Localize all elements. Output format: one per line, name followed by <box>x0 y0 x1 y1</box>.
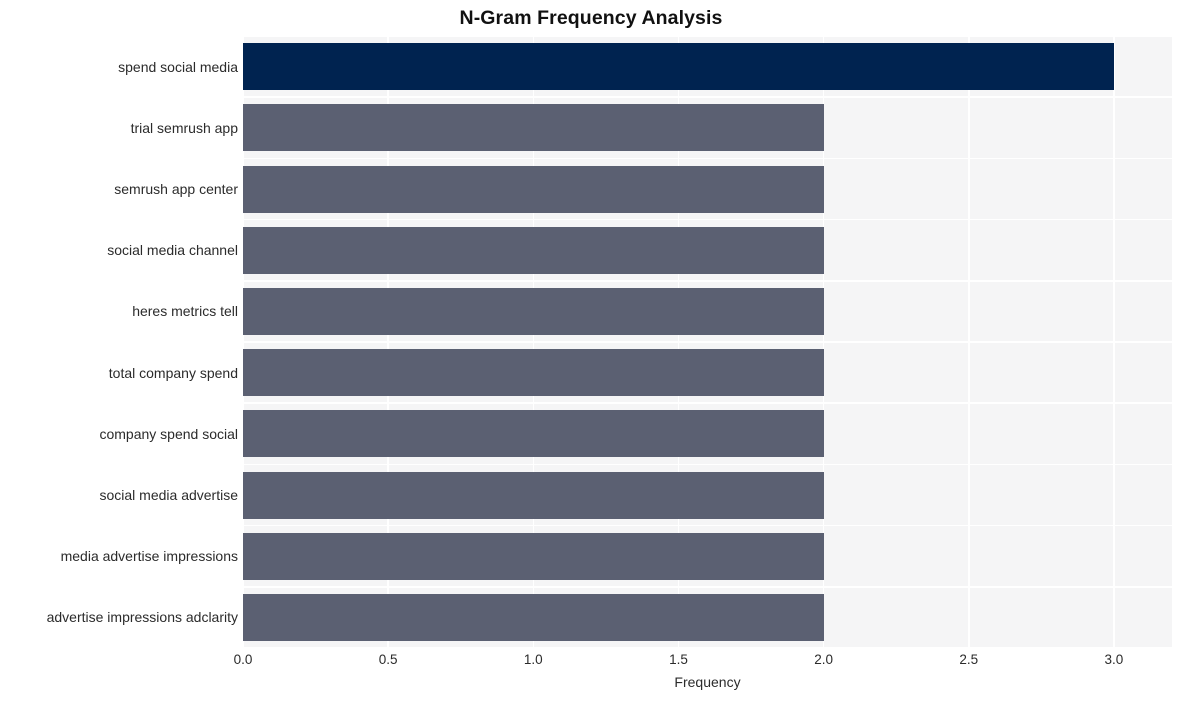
x-tick-label: 2.5 <box>959 652 979 667</box>
y-tick-label: social media channel <box>107 242 238 259</box>
y-tick-label: heres metrics tell <box>132 303 238 320</box>
bar[interactable] <box>243 104 824 152</box>
x-tick-label: 2.0 <box>814 652 834 667</box>
x-tick-label: 1.5 <box>669 652 688 667</box>
x-tick-label: 3.0 <box>1104 652 1124 667</box>
y-axis-tick-labels: spend social media trial semrush app semru… <box>0 36 238 648</box>
ngram-frequency-chart: N-Gram Frequency Analysis spend social m… <box>0 0 1182 701</box>
plot-area <box>242 35 1172 649</box>
y-tick-label: company spend social <box>99 425 238 442</box>
bar[interactable] <box>243 287 824 335</box>
y-tick-label: advertise impressions adclarity <box>46 609 238 626</box>
x-tick-label: 0.0 <box>233 652 253 667</box>
x-axis-tick-labels: 0.0 0.5 1.0 1.5 2.0 2.5 3.0 <box>234 652 1172 672</box>
chart-title: N-Gram Frequency Analysis <box>459 7 723 29</box>
bar[interactable] <box>243 43 1114 91</box>
bar[interactable] <box>243 410 824 458</box>
y-tick-label: social media advertise <box>99 487 238 503</box>
x-axis-title: Frequency <box>674 674 741 690</box>
bars-layer <box>243 36 1172 648</box>
y-tick-label: total company spend <box>108 364 238 381</box>
y-tick-label: semrush app center <box>114 181 238 197</box>
bar[interactable] <box>243 165 824 213</box>
y-tick-label: trial semrush app <box>130 119 238 136</box>
y-tick-label: media advertise impressions <box>60 548 238 565</box>
bar[interactable] <box>243 532 824 580</box>
x-tick-label: 0.5 <box>378 652 398 667</box>
x-tick-label: 1.0 <box>523 652 543 667</box>
bar[interactable] <box>243 226 824 274</box>
bar[interactable] <box>243 349 824 397</box>
bar[interactable] <box>243 471 824 519</box>
y-tick-label: spend social media <box>118 58 238 75</box>
bar[interactable] <box>243 593 824 641</box>
